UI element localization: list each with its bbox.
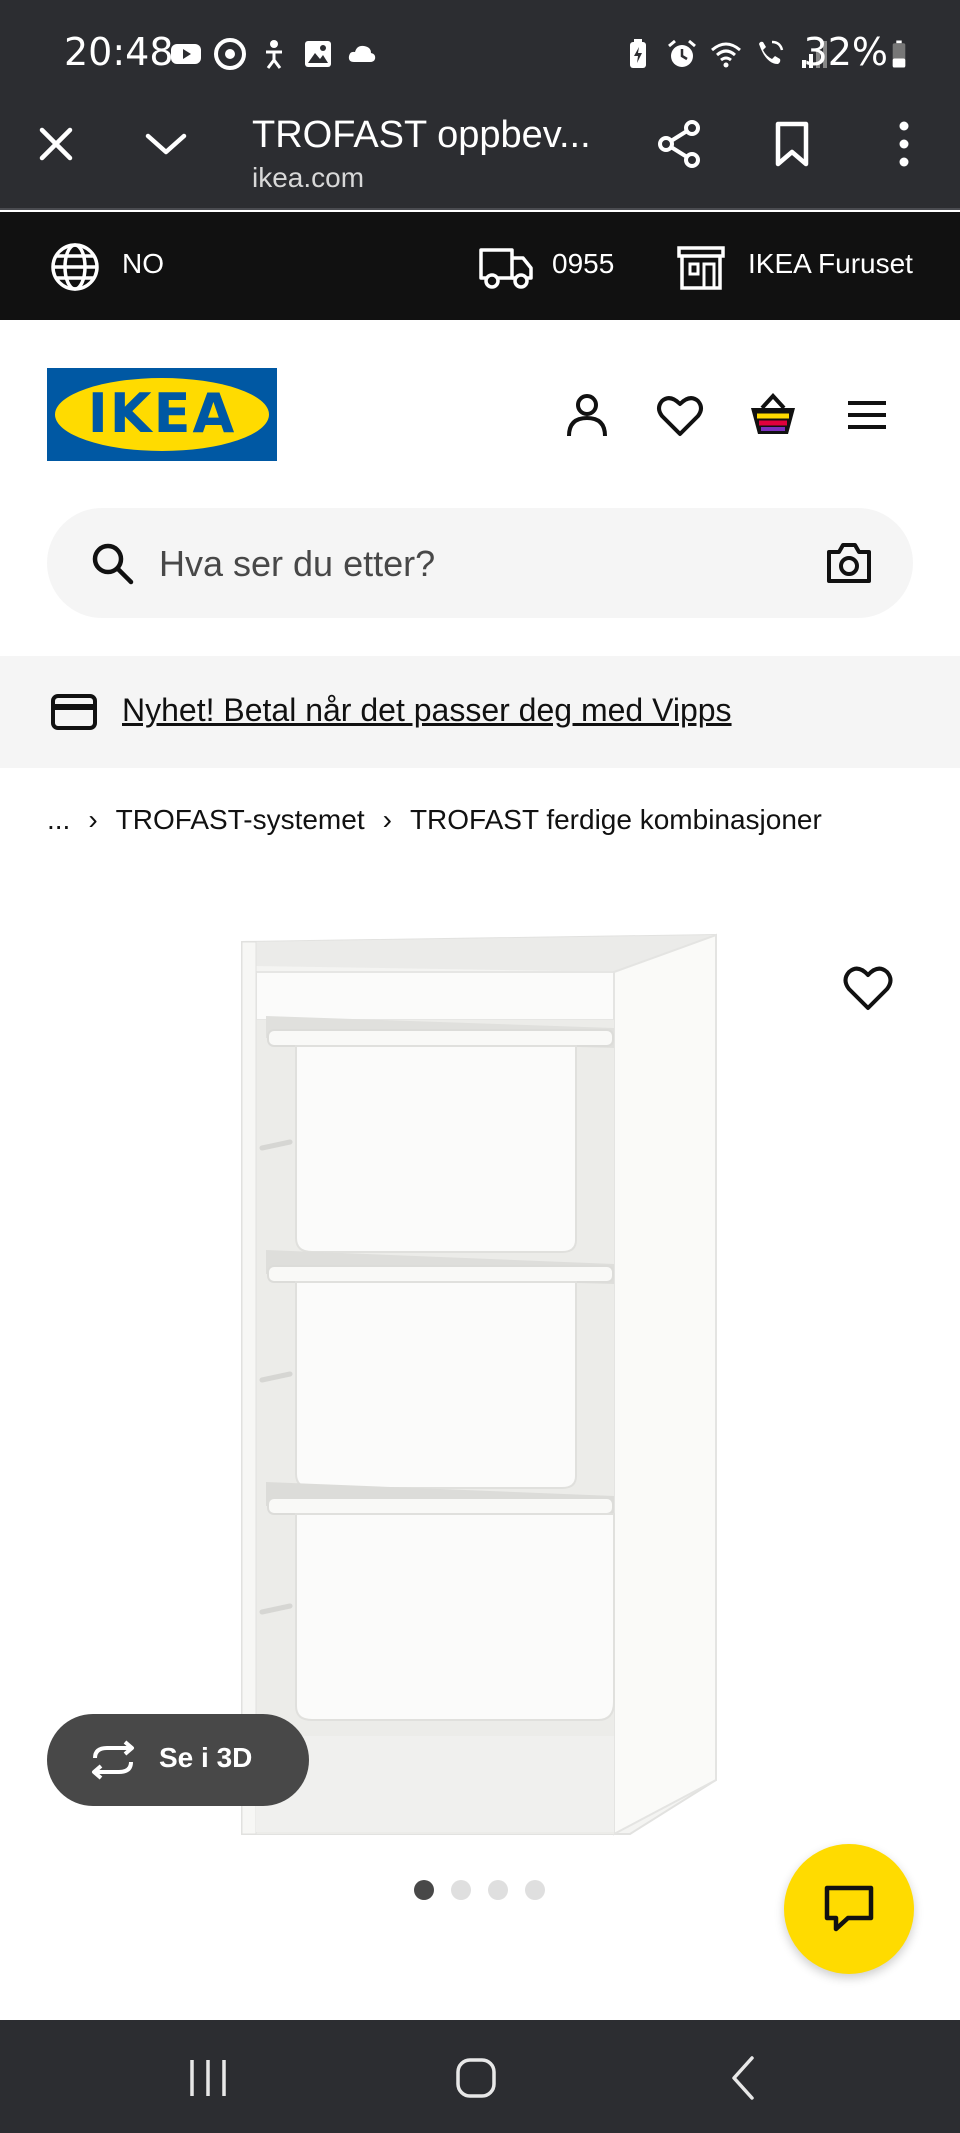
language-selector[interactable]: NO bbox=[122, 248, 164, 280]
chat-button[interactable] bbox=[784, 1844, 914, 1974]
recent-apps-icon[interactable] bbox=[180, 2050, 236, 2106]
page-url[interactable]: ikea.com bbox=[252, 162, 364, 194]
home-icon[interactable] bbox=[448, 2050, 504, 2106]
page-title: TROFAST oppbev... bbox=[252, 114, 591, 156]
site-header: IKEA bbox=[0, 320, 960, 490]
breadcrumb-chevron-icon: › bbox=[382, 804, 392, 835]
selected-store[interactable]: IKEA Furuset bbox=[748, 248, 913, 280]
status-icons-right bbox=[622, 38, 830, 70]
carousel-dot[interactable] bbox=[525, 1880, 545, 1900]
bookmark-icon[interactable] bbox=[766, 118, 818, 170]
share-icon[interactable] bbox=[654, 118, 706, 170]
storage-bin-top bbox=[266, 1016, 614, 1253]
alarm-icon bbox=[668, 39, 696, 67]
search-input[interactable] bbox=[159, 536, 759, 592]
promo-link[interactable]: Nyhet! Betal når det passer deg med Vipp… bbox=[122, 692, 732, 729]
hamburger-menu-icon[interactable] bbox=[842, 390, 892, 440]
wifi-call-icon bbox=[759, 40, 784, 64]
search-bar[interactable] bbox=[47, 508, 913, 618]
breadcrumb-chevron-icon: › bbox=[88, 804, 98, 835]
delivery-truck-icon[interactable] bbox=[478, 242, 534, 292]
battery-icon bbox=[892, 40, 906, 68]
chat-bubble-icon bbox=[824, 1885, 874, 1932]
more-options-icon[interactable] bbox=[878, 118, 930, 170]
breadcrumb-item-trofast-system[interactable]: TROFAST-systemet bbox=[116, 804, 365, 836]
carousel-indicators bbox=[414, 1880, 545, 1900]
credit-card-icon bbox=[51, 694, 97, 730]
wifi-icon bbox=[711, 42, 741, 68]
locale-strip: NO 0955 IKEA Furuset bbox=[0, 212, 960, 320]
status-icons-left bbox=[170, 38, 378, 70]
carousel-dot[interactable] bbox=[414, 1880, 434, 1900]
accessibility-icon bbox=[266, 40, 282, 69]
storage-bin-bottom bbox=[266, 1482, 615, 1721]
view-in-3d-label: Se i 3D bbox=[159, 1742, 253, 1773]
close-tab-icon[interactable] bbox=[30, 118, 82, 170]
promo-banner: Nyhet! Betal når det passer deg med Vipp… bbox=[0, 656, 960, 768]
carousel-dot[interactable] bbox=[451, 1880, 471, 1900]
breadcrumb-ellipsis[interactable]: ... bbox=[47, 804, 70, 836]
status-time: 20:48 bbox=[64, 30, 174, 74]
gallery-icon bbox=[305, 41, 331, 67]
favourites-icon[interactable] bbox=[655, 390, 705, 440]
rotate-3d-icon bbox=[92, 1740, 134, 1780]
chrome-icon bbox=[214, 38, 246, 70]
chevron-down-icon[interactable] bbox=[140, 118, 192, 170]
system-nav-bar bbox=[0, 2020, 960, 2133]
status-bar: 20:48 32% bbox=[0, 0, 960, 100]
search-icon[interactable] bbox=[89, 540, 135, 586]
battery-saver-icon bbox=[630, 39, 646, 68]
ikea-logo[interactable]: IKEA bbox=[47, 368, 277, 461]
breadcrumb: ... › TROFAST-systemet › TROFAST ferdige… bbox=[47, 800, 822, 840]
view-in-3d-button[interactable]: Se i 3D bbox=[47, 1714, 309, 1806]
add-to-favourites-icon[interactable] bbox=[840, 960, 896, 1016]
youtube-icon bbox=[171, 44, 201, 64]
page: 20:48 32% TROFAST oppbev... ikea.com NO bbox=[0, 0, 960, 2133]
store-icon[interactable] bbox=[676, 242, 726, 292]
battery-percentage: 32% bbox=[803, 30, 888, 74]
breadcrumb-item-combinations[interactable]: TROFAST ferdige kombinasjoner bbox=[410, 804, 822, 836]
shopping-bag-icon[interactable] bbox=[748, 390, 798, 440]
postal-code[interactable]: 0955 bbox=[552, 248, 614, 280]
carousel-dot[interactable] bbox=[488, 1880, 508, 1900]
account-icon[interactable] bbox=[562, 390, 612, 440]
product-gallery[interactable]: Se i 3D bbox=[0, 880, 960, 1900]
globe-icon[interactable] bbox=[50, 242, 100, 292]
cloud-icon bbox=[348, 45, 376, 62]
browser-toolbar: TROFAST oppbev... ikea.com bbox=[0, 100, 960, 210]
storage-bin-middle bbox=[266, 1250, 614, 1489]
camera-search-icon[interactable] bbox=[825, 540, 873, 586]
back-icon[interactable] bbox=[716, 2050, 772, 2106]
logo-text: IKEA bbox=[87, 382, 237, 445]
